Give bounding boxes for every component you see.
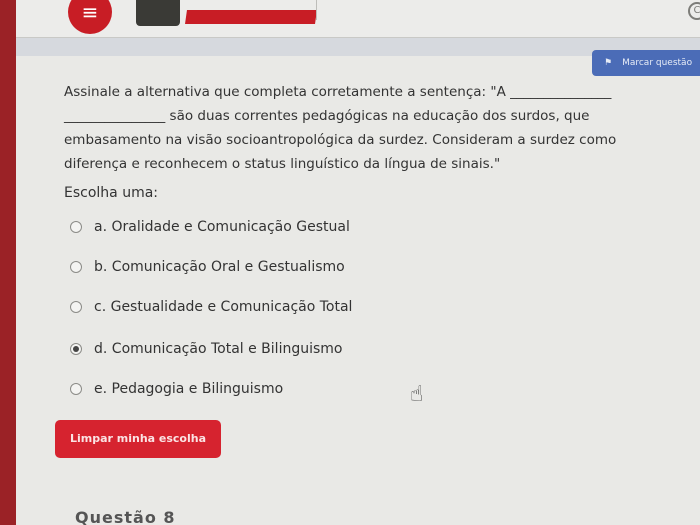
radio-a[interactable] — [70, 221, 82, 233]
option-a-label[interactable]: a. Oralidade e Comunicação Gestual — [94, 219, 350, 235]
question-text: Assinale a alternativa que completa corr… — [64, 80, 700, 176]
option-c[interactable]: c. Gestualidade e Comunicação Total — [70, 296, 352, 318]
flag-question-button[interactable]: ⚑ Marcar questão — [592, 50, 700, 76]
radio-c[interactable] — [70, 301, 82, 313]
flag-icon: ⚑ — [604, 58, 613, 68]
radio-b[interactable] — [70, 261, 82, 273]
page-edge — [0, 0, 16, 525]
question-line-1: Assinale a alternativa que completa corr… — [64, 84, 612, 100]
next-question-heading: Questão 8 — [75, 508, 176, 525]
brand-stripe — [185, 10, 317, 24]
question-line-3: embasamento na visão socioantropológica … — [64, 132, 617, 148]
option-d[interactable]: d. Comunicação Total e Bilinguismo — [70, 338, 342, 360]
choose-prompt: Escolha uma: — [64, 185, 159, 201]
top-bar: ≡ C — [16, 0, 700, 38]
radio-e[interactable] — [70, 383, 82, 395]
question-line-2: _______________ são duas correntes pedag… — [64, 108, 590, 124]
option-a[interactable]: a. Oralidade e Comunicação Gestual — [70, 216, 350, 238]
option-d-label[interactable]: d. Comunicação Total e Bilinguismo — [94, 341, 342, 357]
option-b-label[interactable]: b. Comunicação Oral e Gestualismo — [94, 259, 345, 275]
option-e[interactable]: e. Pedagogia e Bilinguismo — [70, 378, 283, 400]
radio-d[interactable] — [70, 343, 82, 355]
menu-icon[interactable]: ≡ — [68, 0, 112, 34]
clear-choice-button[interactable]: Limpar minha escolha — [55, 420, 221, 458]
hand-pointer-icon: ☝ — [410, 382, 424, 407]
option-c-label[interactable]: c. Gestualidade e Comunicação Total — [94, 299, 352, 315]
option-e-label[interactable]: e. Pedagogia e Bilinguismo — [94, 381, 283, 397]
user-icon[interactable]: C — [688, 2, 700, 20]
question-line-4: diferença e reconhecem o status linguíst… — [64, 156, 501, 172]
option-b[interactable]: b. Comunicação Oral e Gestualismo — [70, 256, 345, 278]
flag-question-label: Marcar questão — [622, 58, 693, 68]
header-divider — [316, 0, 317, 20]
logo — [136, 0, 180, 26]
